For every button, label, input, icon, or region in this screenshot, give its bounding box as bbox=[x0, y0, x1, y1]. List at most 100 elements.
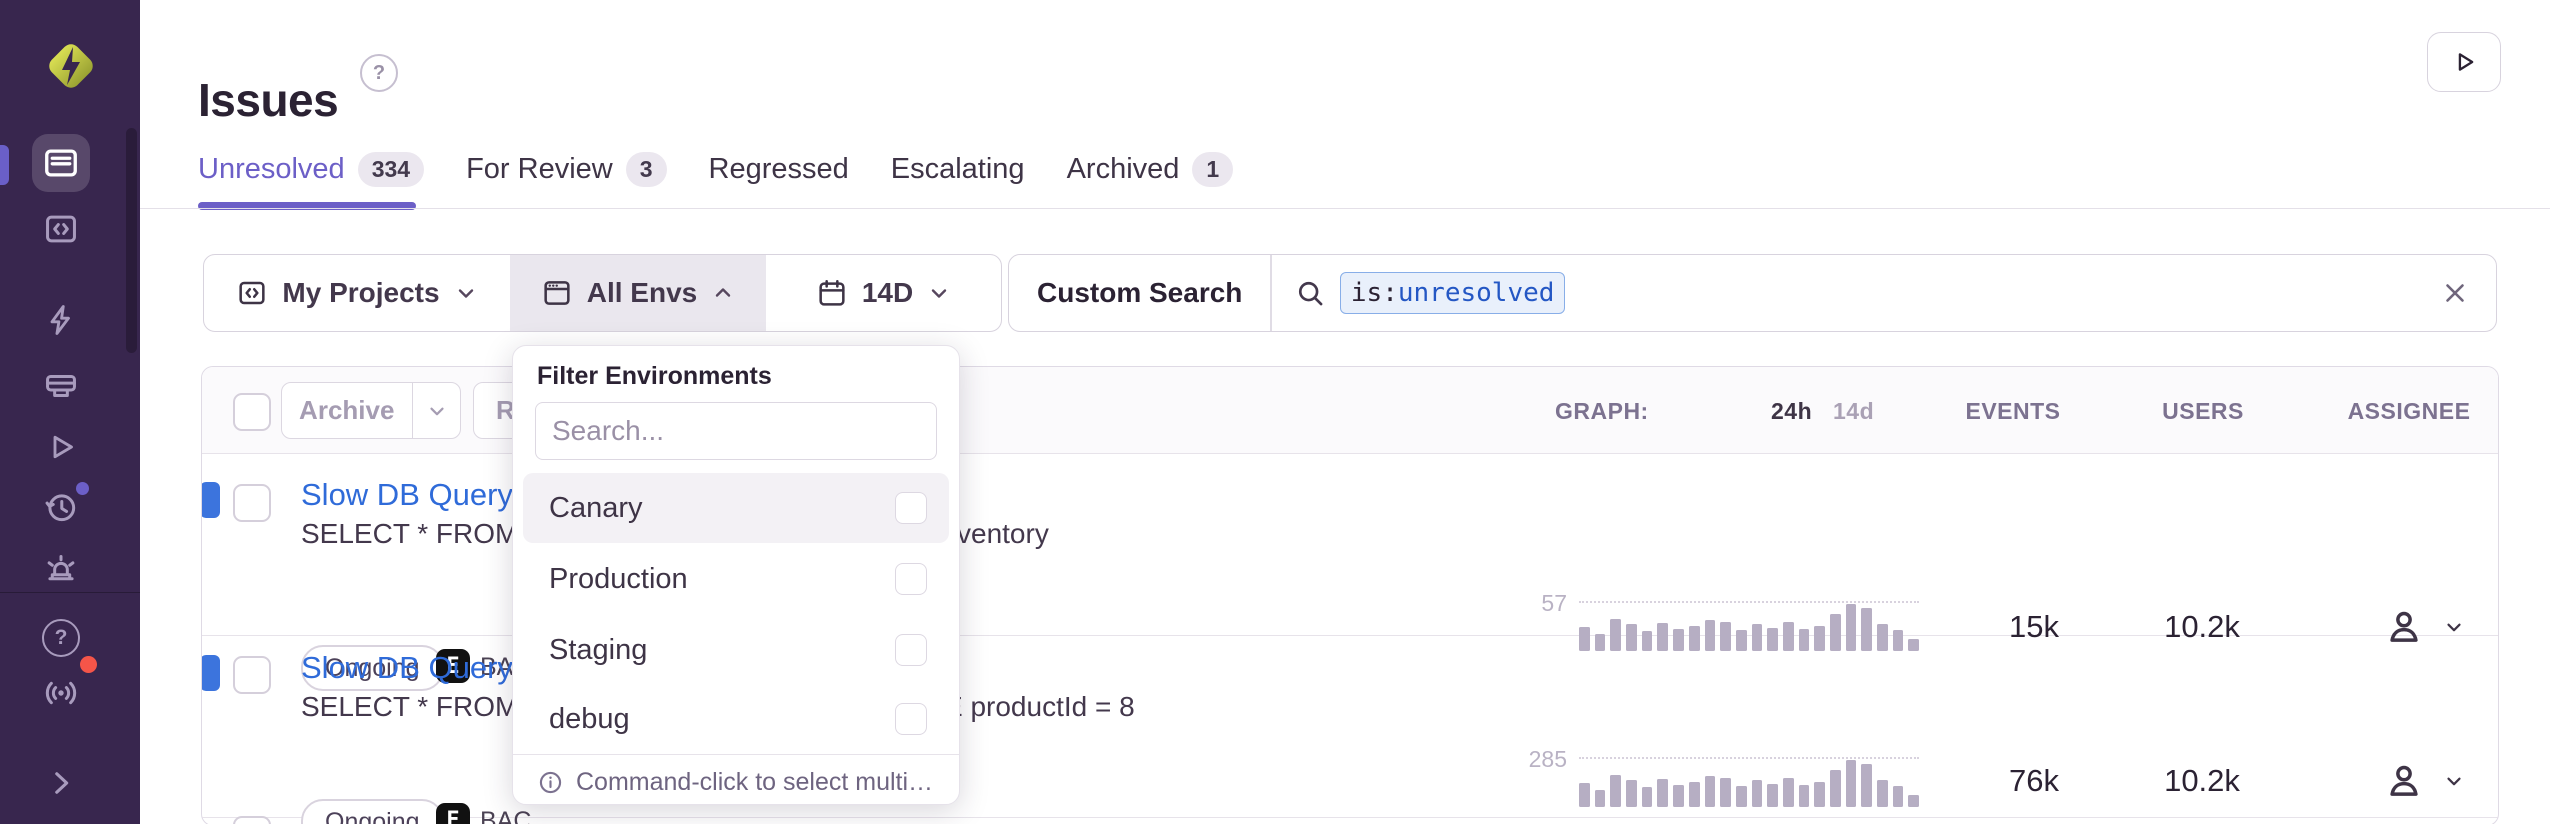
sidebar-item-replays[interactable] bbox=[42, 428, 80, 466]
chevron-up-icon bbox=[711, 281, 735, 305]
dropdown-title: Filter Environments bbox=[537, 362, 772, 391]
env-option-checkbox[interactable] bbox=[895, 703, 927, 735]
replay-tour-button[interactable] bbox=[2427, 32, 2501, 92]
row-checkbox[interactable] bbox=[233, 656, 271, 694]
select-all-checkbox[interactable] bbox=[233, 393, 271, 431]
projects-filter-button[interactable]: My Projects bbox=[204, 255, 510, 331]
help-icon[interactable]: ? bbox=[360, 54, 398, 92]
unread-indicator bbox=[201, 482, 220, 518]
tab-escalating[interactable]: Escalating bbox=[891, 153, 1025, 186]
calendar-icon bbox=[816, 277, 848, 309]
sidebar: ? bbox=[0, 0, 140, 824]
archive-split-button[interactable]: Archive bbox=[281, 382, 461, 439]
environments-filter-button[interactable]: All Envs bbox=[510, 255, 766, 331]
issues-page: ? Issues ? Unresolved 334 For Review 3 bbox=[0, 0, 2550, 824]
events-sparkline: 285 bbox=[1579, 760, 1919, 807]
play-icon bbox=[2450, 48, 2478, 76]
clear-search-icon[interactable] bbox=[2440, 278, 2470, 308]
search-query-token[interactable]: is:unresolved bbox=[1340, 272, 1566, 314]
row-checkbox[interactable] bbox=[233, 816, 271, 824]
issue-title-link[interactable]: Slow DB Query bbox=[301, 477, 513, 513]
env-option-staging[interactable]: Staging bbox=[523, 615, 949, 685]
page-title: Issues bbox=[198, 73, 338, 127]
environment-search-input[interactable] bbox=[535, 402, 937, 460]
assignee-dropdown[interactable] bbox=[2383, 760, 2465, 802]
info-icon bbox=[537, 769, 564, 796]
tab-regressed[interactable]: Regressed bbox=[709, 153, 849, 186]
siren-icon bbox=[42, 551, 80, 589]
tab-count-badge: 3 bbox=[626, 152, 667, 187]
archive-button-label: Archive bbox=[282, 395, 412, 426]
env-option-checkbox[interactable] bbox=[895, 563, 927, 595]
column-users: USERS bbox=[2162, 398, 2244, 425]
env-option-canary[interactable]: Canary bbox=[523, 473, 949, 543]
issue-snippet-right: E productId = 8 bbox=[944, 691, 1135, 723]
inbox-icon bbox=[42, 144, 80, 182]
replay-notification-dot bbox=[76, 482, 89, 495]
custom-search-button[interactable]: Custom Search bbox=[1009, 277, 1270, 309]
column-assignee: ASSIGNEE bbox=[2348, 398, 2471, 425]
issue-search-bar: Custom Search is:unresolved bbox=[1008, 254, 2497, 332]
column-graph: GRAPH: bbox=[1555, 398, 1649, 425]
graph-range-14d[interactable]: 14d bbox=[1833, 398, 1874, 425]
question-circle-icon: ? bbox=[42, 619, 80, 657]
graph-range-24h[interactable]: 24h bbox=[1771, 398, 1812, 425]
row-checkbox[interactable] bbox=[233, 484, 271, 522]
projector-icon bbox=[42, 367, 80, 405]
env-option-production[interactable]: Production bbox=[523, 544, 949, 614]
project-name: BAC bbox=[480, 807, 531, 824]
column-events: EVENTS bbox=[1965, 398, 2060, 425]
env-option-checkbox[interactable] bbox=[895, 492, 927, 524]
sparkline-bars bbox=[1579, 760, 1919, 807]
dropdown-footer: Command-click to select multi… bbox=[537, 761, 933, 804]
window-icon bbox=[541, 277, 573, 309]
issue-title-link[interactable]: Slow DB Query bbox=[301, 650, 513, 686]
env-option-checkbox[interactable] bbox=[895, 634, 927, 666]
sidebar-expand-button[interactable] bbox=[42, 764, 80, 802]
sidebar-scrollbar[interactable] bbox=[126, 128, 137, 353]
chevron-down-icon[interactable] bbox=[413, 400, 460, 422]
active-nav-indicator bbox=[0, 145, 9, 185]
broadcast-icon bbox=[42, 674, 80, 712]
sparkline-peak-label: 57 bbox=[1541, 590, 1567, 617]
lightning-icon bbox=[43, 302, 79, 338]
search-icon bbox=[1294, 277, 1326, 309]
sidebar-item-alerts[interactable] bbox=[42, 551, 80, 589]
sidebar-divider bbox=[0, 592, 140, 593]
search-divider bbox=[1270, 255, 1272, 331]
play-icon bbox=[43, 429, 79, 465]
clock-history-icon bbox=[42, 488, 80, 526]
sidebar-item-broadcasts[interactable] bbox=[42, 674, 80, 712]
unread-indicator bbox=[201, 655, 220, 691]
issue-snippet-right: ventory bbox=[957, 518, 1049, 550]
chevron-down-icon bbox=[2443, 770, 2465, 792]
page-filter-bar: My Projects All Envs 14D bbox=[203, 254, 1002, 332]
tab-archived[interactable]: Archived 1 bbox=[1067, 152, 1234, 187]
sidebar-item-performance[interactable] bbox=[42, 301, 80, 339]
sidebar-item-history[interactable] bbox=[42, 488, 80, 526]
sidebar-item-projects[interactable] bbox=[42, 210, 80, 248]
chevron-right-icon bbox=[44, 766, 78, 800]
issue-snippet-left: SELECT * FROM p bbox=[301, 518, 542, 550]
sidebar-item-issues[interactable] bbox=[32, 134, 90, 192]
project-platform-icon: E bbox=[436, 803, 470, 824]
user-icon bbox=[2383, 760, 2425, 802]
sentry-logo-icon[interactable] bbox=[44, 34, 98, 98]
issue-tabs: Unresolved 334 For Review 3 Regressed Es… bbox=[198, 152, 1233, 187]
sparkline-peak-label: 285 bbox=[1529, 746, 1567, 773]
code-folder-icon bbox=[42, 210, 80, 248]
users-count: 10.2k bbox=[2164, 763, 2240, 799]
tab-unresolved[interactable]: Unresolved 334 bbox=[198, 152, 424, 187]
environment-dropdown: Filter Environments Canary Production St… bbox=[512, 345, 960, 805]
sidebar-item-profiling[interactable] bbox=[42, 367, 80, 405]
header-divider bbox=[140, 208, 2550, 209]
sidebar-item-help[interactable]: ? bbox=[42, 619, 80, 657]
code-folder-icon bbox=[236, 277, 268, 309]
date-range-filter-button[interactable]: 14D bbox=[766, 255, 1001, 331]
tab-for-review[interactable]: For Review 3 bbox=[466, 152, 666, 187]
broadcast-notification-dot bbox=[80, 656, 97, 673]
status-badge: Ongoing bbox=[301, 799, 444, 824]
env-option-debug[interactable]: debug bbox=[523, 684, 949, 754]
tab-count-badge: 1 bbox=[1192, 152, 1233, 187]
chevron-down-icon bbox=[454, 281, 478, 305]
